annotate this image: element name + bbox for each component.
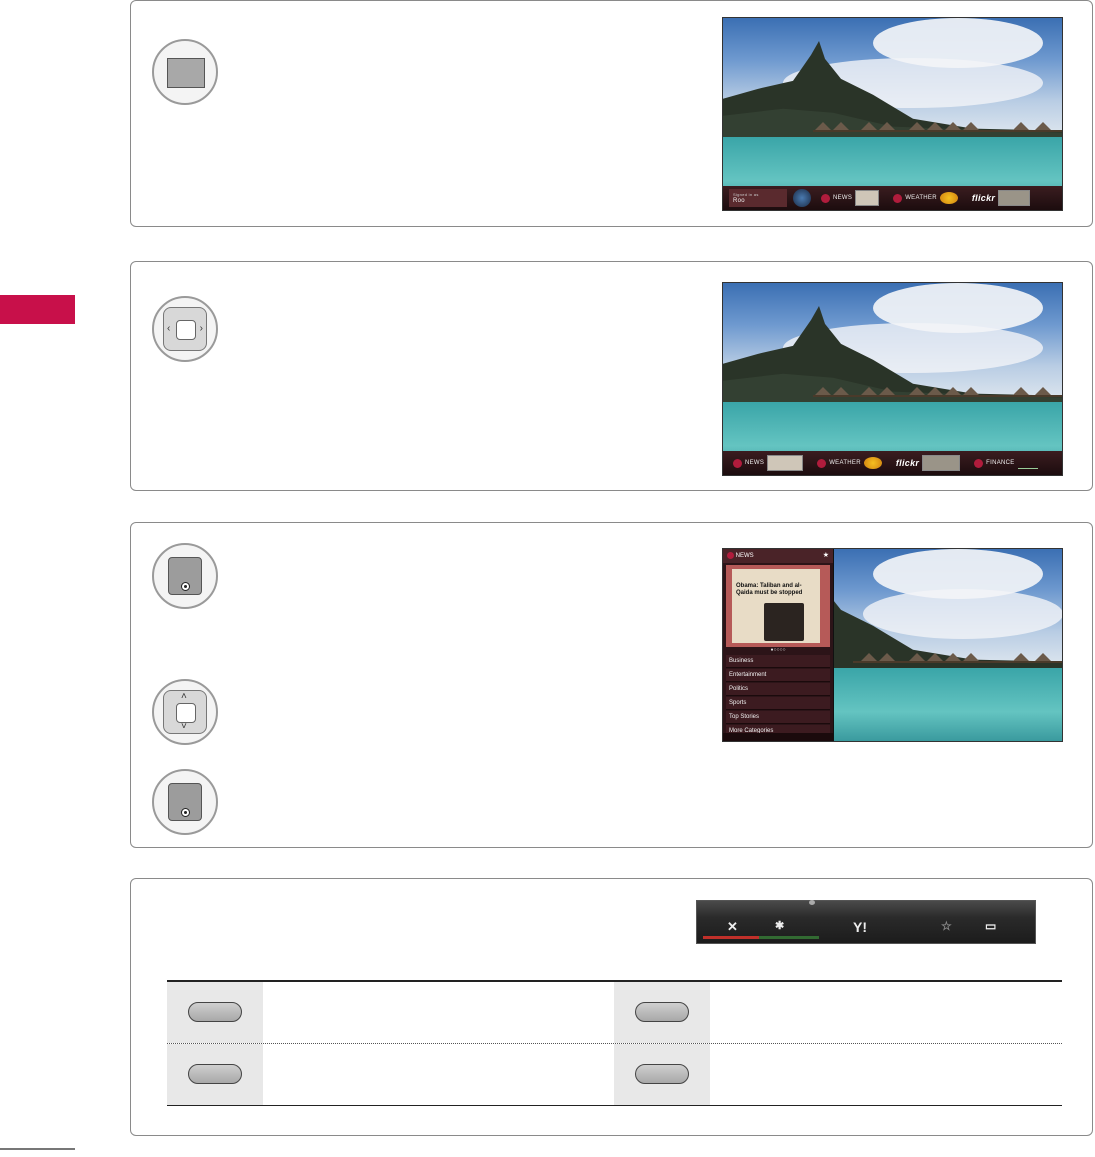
flickr-tile: flickr (892, 454, 964, 472)
launcher-bar: NEWS WEATHER flickr FINANCE (723, 451, 1062, 475)
remote-key-icon (614, 1044, 710, 1105)
category-item[interactable]: Top Stories (726, 711, 830, 724)
tv-screen-image: NEWS ★ Obama: Taliban and al-Qaida must … (722, 548, 1063, 742)
news-photo (764, 603, 804, 641)
weather-tile: WEATHER (813, 454, 886, 472)
news-headline: Obama: Taliban and al-Qaida must be stop… (736, 583, 803, 596)
news-tile: NEWS (817, 189, 883, 207)
key-description (263, 1044, 613, 1105)
page-footer-rule (0, 1148, 75, 1150)
dpad-up-down-icon: ˄ ˅ (152, 679, 218, 745)
category-item[interactable]: Sports (726, 697, 830, 710)
star-icon: ☆ (941, 919, 952, 933)
finance-tile: FINANCE (970, 454, 1041, 472)
ok-button-icon (152, 543, 218, 609)
weather-tile-label: WEATHER (905, 195, 937, 201)
photo-thumb-icon (998, 190, 1031, 206)
tv-screen-image: Signed in as Roo NEWS WEATHER flickr (722, 17, 1063, 211)
newspaper-thumb-icon (855, 190, 880, 206)
step-4-panel: ✕ ✱ Y! ☆ ▭ (130, 878, 1093, 1136)
dpad-left-right-icon: ‹ › (152, 296, 218, 362)
widget-toolbar-image: ✕ ✱ Y! ☆ ▭ (696, 900, 1036, 944)
weather-tile: WEATHER (889, 189, 962, 207)
finance-tile-label: FINANCE (986, 460, 1015, 466)
remote-key-icon (614, 982, 710, 1043)
news-widget-footer (723, 733, 833, 741)
yahoo-logo-icon (821, 193, 830, 203)
category-item[interactable]: Entertainment (726, 669, 830, 682)
step-3-panel: ˄ ˅ NEWS ★ Obama: Taliban and al-Qaida m… (130, 522, 1093, 848)
ok-button-icon (152, 769, 218, 835)
photo-thumb-icon (922, 455, 961, 471)
key-description (710, 1044, 1062, 1105)
category-item[interactable]: Politics (726, 683, 830, 696)
news-tile: NEWS (729, 454, 807, 472)
signed-in-caption: Signed in as (733, 192, 759, 197)
step-2-panel: ‹ › NEWS WEATHER flickr FINANCE (130, 261, 1093, 491)
newspaper-thumb-icon (767, 455, 804, 471)
globe-icon (793, 189, 811, 207)
flickr-label: flickr (971, 193, 996, 203)
flickr-label: flickr (895, 458, 920, 468)
chart-line-icon (1017, 458, 1038, 469)
news-tile-label: NEWS (833, 195, 853, 201)
username: Roo (733, 198, 745, 204)
launcher-bar: Signed in as Roo NEWS WEATHER flickr (723, 186, 1062, 210)
yahoo-logo-icon (893, 193, 903, 203)
key-description (263, 982, 613, 1043)
key-description (710, 982, 1062, 1043)
yahoo-icon: Y! (853, 919, 867, 935)
yahoo-logo-icon (974, 458, 984, 468)
star-icon: ★ (822, 552, 829, 559)
news-tile-label: NEWS (745, 460, 765, 466)
news-widget-title: NEWS (735, 553, 754, 559)
category-item[interactable]: Business (726, 655, 830, 668)
close-icon: ✕ (727, 919, 738, 934)
tv-screen-image: NEWS WEATHER flickr FINANCE (722, 282, 1063, 476)
remote-key-icon (167, 1044, 263, 1105)
sun-cloud-icon (939, 192, 958, 204)
yahoo-logo-icon (727, 551, 734, 559)
news-widget: NEWS ★ Obama: Taliban and al-Qaida must … (723, 549, 834, 741)
pagination-dots-icon: ●○○○○ (770, 647, 786, 653)
window-icon: ▭ (985, 919, 997, 933)
rectangle-key-icon (152, 39, 218, 105)
category-list: Business Entertainment Politics Sports T… (726, 655, 830, 739)
weather-tile-label: WEATHER (829, 460, 861, 466)
yahoo-logo-icon (733, 458, 742, 468)
settings-icon: ✱ (775, 920, 785, 932)
flickr-tile: flickr (968, 189, 1034, 207)
chapter-tab (0, 295, 75, 324)
step-1-panel: Signed in as Roo NEWS WEATHER flickr (130, 0, 1093, 227)
remote-key-icon (167, 982, 263, 1043)
yahoo-logo-icon (817, 458, 827, 468)
news-article-image: Obama: Taliban and al-Qaida must be stop… (726, 565, 830, 647)
sun-cloud-icon (863, 457, 882, 469)
key-table (167, 980, 1062, 1106)
